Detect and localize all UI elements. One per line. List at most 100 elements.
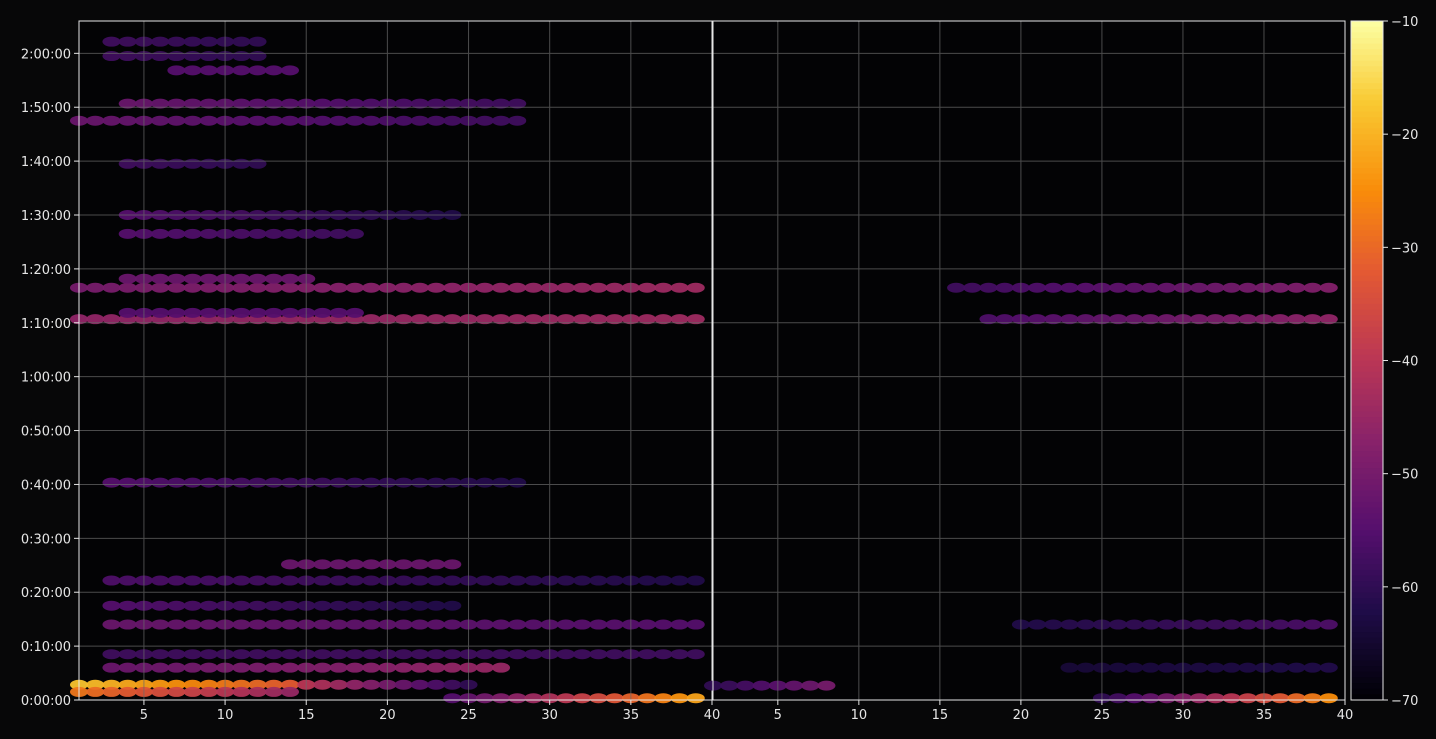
- colorbar-swatch: [1351, 315, 1383, 322]
- heat-mark: [167, 307, 186, 318]
- colorbar-swatch: [1351, 377, 1383, 384]
- heat-mark: [232, 307, 251, 318]
- heat-mark: [151, 662, 170, 673]
- heat-mark: [1125, 282, 1144, 293]
- heat-mark: [232, 228, 251, 239]
- colorbar-swatch: [1351, 620, 1383, 628]
- heat-mark: [264, 575, 283, 586]
- heat-mark: [183, 649, 202, 660]
- heat-mark: [1109, 693, 1128, 704]
- y-tick-label: 1:40:00: [21, 155, 71, 170]
- heat-mark: [183, 158, 202, 169]
- heat-mark: [394, 282, 413, 293]
- heat-mark: [801, 680, 820, 691]
- heat-mark: [1222, 619, 1241, 630]
- x-tick-label: 30: [1175, 708, 1192, 723]
- heat-mark: [151, 51, 170, 62]
- heat-mark: [1206, 693, 1225, 704]
- heat-mark: [654, 649, 673, 660]
- heat-mark: [167, 158, 186, 169]
- heat-mark: [492, 619, 510, 630]
- heat-mark: [248, 307, 267, 318]
- heat-mark: [329, 282, 348, 293]
- heat-mark: [151, 228, 170, 239]
- colorbar-swatch: [1351, 422, 1383, 429]
- heat-mark: [167, 686, 186, 697]
- heat-mark: [329, 649, 348, 660]
- heat-mark: [102, 619, 121, 630]
- heat-mark: [248, 600, 267, 611]
- heat-mark: [427, 649, 446, 660]
- colorbar-tick-label: −60: [1391, 581, 1418, 596]
- x-tick-label: 20: [379, 708, 396, 723]
- heat-mark: [492, 649, 510, 660]
- heat-mark: [1271, 282, 1290, 293]
- heat-mark: [264, 307, 283, 318]
- heat-mark: [281, 686, 299, 697]
- heat-mark: [475, 575, 494, 586]
- heat-mark: [410, 619, 429, 630]
- heat-mark: [118, 273, 137, 284]
- heat-mark: [1238, 619, 1257, 630]
- heat-mark: [232, 115, 251, 126]
- colorbar-swatch: [1351, 428, 1383, 435]
- colorbar-swatch: [1351, 60, 1383, 67]
- heat-mark: [281, 575, 299, 586]
- heat-mark: [605, 575, 624, 586]
- heat-mark: [329, 575, 348, 586]
- heat-mark: [492, 662, 510, 673]
- colorbar-swatch: [1351, 332, 1383, 339]
- heat-mark: [670, 649, 689, 660]
- heat-mark: [1044, 282, 1063, 293]
- heat-mark: [264, 228, 283, 239]
- heat-mark: [248, 686, 267, 697]
- heat-mark: [394, 115, 413, 126]
- colorbar-swatch: [1351, 394, 1383, 401]
- colorbar-swatch: [1351, 417, 1383, 424]
- colorbar-swatch: [1351, 66, 1383, 73]
- heat-mark: [248, 477, 267, 488]
- heat-mark: [199, 600, 218, 611]
- heat-mark: [151, 273, 170, 284]
- heat-mark: [1222, 693, 1241, 704]
- heat-mark: [1109, 282, 1128, 293]
- x-tick-label: 35: [623, 708, 640, 723]
- colorbar-swatch: [1351, 252, 1383, 260]
- heat-mark: [167, 619, 186, 630]
- heat-mark: [492, 575, 510, 586]
- heat-mark: [345, 619, 364, 630]
- heat-mark: [151, 619, 170, 630]
- heat-mark: [232, 36, 251, 47]
- heat-mark: [345, 559, 364, 570]
- heat-mark: [167, 600, 186, 611]
- heat-mark: [232, 158, 251, 169]
- heat-mark: [427, 115, 446, 126]
- heat-mark: [264, 649, 283, 660]
- heat-mark: [86, 686, 105, 697]
- heat-mark: [118, 477, 137, 488]
- heat-mark: [1287, 662, 1306, 673]
- heat-mark: [281, 228, 299, 239]
- colorbar-swatch: [1351, 337, 1383, 345]
- heat-mark: [362, 477, 381, 488]
- heat-mark: [443, 693, 462, 704]
- heat-mark: [427, 679, 446, 690]
- colorbar-swatch: [1351, 309, 1383, 316]
- heat-mark: [281, 559, 299, 570]
- x-tick-label: 40: [704, 708, 721, 723]
- heat-mark: [1271, 619, 1290, 630]
- y-tick-label: 0:50:00: [21, 425, 71, 440]
- heat-mark: [1060, 619, 1079, 630]
- heat-mark: [151, 282, 170, 293]
- colorbar-tick-label: −50: [1391, 468, 1418, 483]
- heat-mark: [329, 228, 348, 239]
- colorbar-swatch: [1351, 507, 1383, 514]
- heat-mark: [1238, 662, 1257, 673]
- colorbar-swatch: [1351, 371, 1383, 379]
- heat-mark: [475, 477, 494, 488]
- heat-mark: [183, 477, 202, 488]
- heat-mark: [1157, 282, 1176, 293]
- heat-mark: [167, 65, 186, 76]
- heat-mark: [118, 228, 137, 239]
- x-tick-label: 10: [851, 708, 868, 723]
